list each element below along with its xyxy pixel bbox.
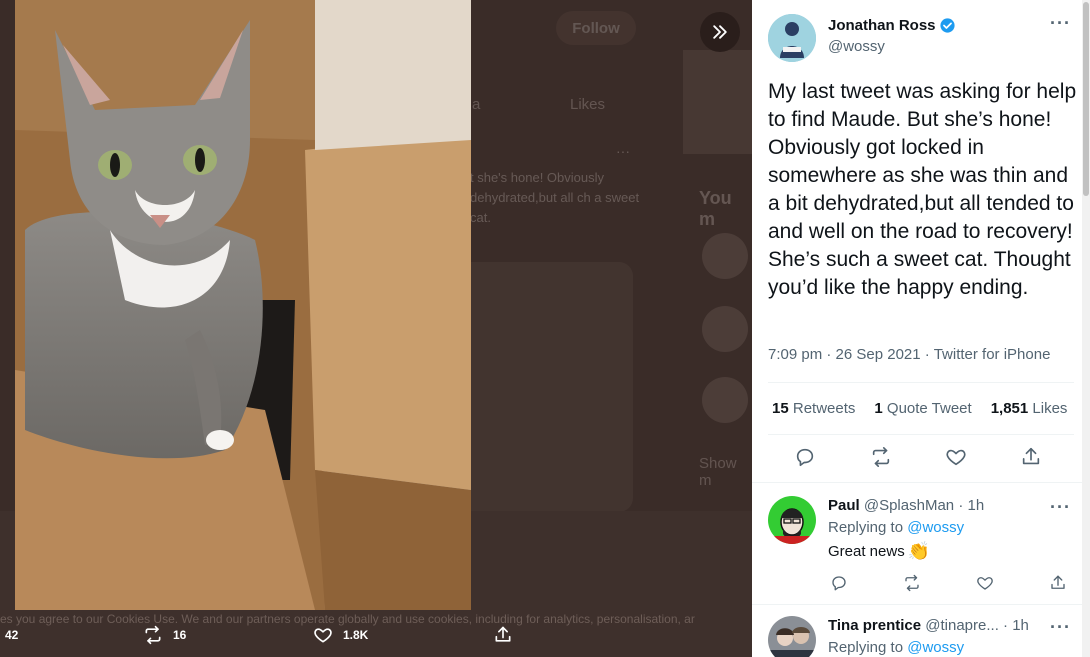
- reply-author-name[interactable]: Tina prentice: [828, 617, 921, 634]
- like-icon: [946, 449, 966, 466]
- reply-item[interactable]: Paul @SplashMan · 1h Replying to @wossy …: [752, 496, 1082, 604]
- replying-label: Replying to: [828, 639, 904, 656]
- like-button[interactable]: [945, 446, 969, 470]
- reply-icon: [832, 576, 846, 591]
- avatar[interactable]: [768, 496, 816, 544]
- scrollbar-thumb[interactable]: [1083, 2, 1089, 196]
- share-icon: [1022, 447, 1040, 465]
- separator: ·: [1003, 617, 1013, 634]
- reply-author-handle[interactable]: @SplashMan: [864, 497, 954, 514]
- background-photo: [683, 50, 752, 154]
- likes-label: Likes: [1032, 400, 1068, 417]
- share-icon: [495, 626, 511, 642]
- you-might-like-heading: You m: [699, 188, 732, 229]
- like-icon: [977, 577, 993, 590]
- replying-to-link[interactable]: @wossy: [907, 519, 964, 536]
- tweet-author: Jonathan Ross @wossy: [768, 12, 1068, 62]
- tab-likes: Likes: [570, 96, 606, 113]
- like-count: 1.8K: [343, 628, 369, 642]
- scrollbar[interactable]: [1082, 0, 1090, 657]
- reply-author-name[interactable]: Paul: [828, 497, 860, 514]
- retweets-stat[interactable]: 15 Retweets: [772, 400, 855, 417]
- reply-item[interactable]: Tina prentice @tinapre... · 1h Replying …: [752, 616, 1082, 657]
- share-button[interactable]: [1049, 574, 1073, 598]
- retweet-icon: [905, 574, 919, 592]
- share-button[interactable]: [493, 618, 513, 652]
- quotes-count: 1: [874, 400, 883, 417]
- show-more-link: Show m: [699, 455, 737, 489]
- like-icon: [314, 628, 332, 643]
- retweets-count: 15: [772, 400, 789, 417]
- share-button[interactable]: [1020, 446, 1044, 470]
- likes-stat[interactable]: 1,851 Likes: [991, 400, 1068, 417]
- tweet-timestamp: 7:09 pm · 26 Sep 2021 · Twitter for iPho…: [768, 346, 1050, 363]
- avatar[interactable]: [768, 14, 816, 62]
- more-icon[interactable]: ···: [1050, 14, 1071, 32]
- reply-actions: [828, 574, 1068, 594]
- reply-header: Tina prentice @tinapre... · 1h: [828, 617, 1029, 634]
- avatar: [702, 306, 748, 352]
- author-name-row[interactable]: Jonathan Ross: [828, 17, 956, 34]
- divider: [752, 482, 1082, 483]
- retweet-icon: [145, 625, 161, 645]
- reply-count: 42: [5, 628, 19, 642]
- tweet-text: My last tweet was asking for help to fin…: [768, 80, 1077, 299]
- tweet-photo[interactable]: [15, 0, 471, 610]
- reply-count-button[interactable]: 42: [5, 618, 18, 652]
- separator: ·: [924, 346, 934, 363]
- divider: [768, 434, 1074, 435]
- retweet-button[interactable]: 16: [143, 618, 186, 652]
- avatar: [702, 233, 748, 279]
- author-handle[interactable]: @wossy: [828, 38, 885, 55]
- more-icon: ···: [616, 143, 630, 159]
- reply-text-row: Great news 👏: [828, 541, 930, 562]
- author-name: Jonathan Ross: [828, 17, 936, 34]
- reply-button[interactable]: [830, 574, 854, 598]
- more-icon[interactable]: ···: [1050, 498, 1071, 516]
- reply-header: Paul @SplashMan · 1h: [828, 497, 984, 514]
- replying-label: Replying to: [828, 519, 904, 536]
- replying-to: Replying to @wossy: [828, 519, 964, 536]
- background-card: [470, 262, 633, 512]
- avatar[interactable]: [768, 616, 816, 657]
- retweets-label: Retweets: [792, 400, 856, 417]
- next-arrow-icon[interactable]: [700, 12, 740, 52]
- tweet-stats: 15 Retweets 1 Quote Tweet 1,851 Likes: [772, 400, 1072, 417]
- quotes-stat[interactable]: 1 Quote Tweet: [874, 400, 971, 417]
- retweet-button[interactable]: [903, 574, 927, 598]
- like-button[interactable]: [976, 574, 1000, 598]
- clapping-hands-emoji: 👏: [907, 541, 931, 561]
- media-viewer: Follow a Likes ··· t she's hone! Obvious…: [0, 0, 752, 657]
- reply-time[interactable]: 1h: [1012, 617, 1029, 634]
- tweet-actions: [794, 446, 1054, 470]
- follow-button: Follow: [556, 11, 636, 45]
- reply-author-handle[interactable]: @tinapre...: [925, 617, 999, 634]
- reply-text: Great news: [828, 543, 905, 560]
- background-tweet-text: t she's hone! Obviously dehydrated,but a…: [470, 170, 640, 225]
- like-button[interactable]: 1.8K: [313, 618, 368, 652]
- reply-icon: [796, 448, 814, 467]
- quotes-label: Quote Tweet: [886, 400, 972, 417]
- replying-to-link[interactable]: @wossy: [907, 639, 964, 656]
- avatar: [702, 377, 748, 423]
- retweet-count: 16: [173, 628, 187, 642]
- tweet-time[interactable]: 7:09 pm · 26 Sep 2021: [768, 346, 921, 363]
- cat-in-box-image: [15, 0, 471, 610]
- reply-button[interactable]: [794, 446, 818, 470]
- divider: [752, 604, 1082, 605]
- tweet-detail-panel: Jonathan Ross @wossy ··· My last tweet w…: [752, 0, 1090, 657]
- retweet-button[interactable]: [870, 446, 894, 470]
- verified-badge-icon: [939, 18, 955, 33]
- reply-time[interactable]: 1h: [967, 497, 984, 514]
- tweet-media-viewer: Follow a Likes ··· t she's hone! Obvious…: [0, 0, 1090, 657]
- tweet-source[interactable]: Twitter for iPhone: [934, 346, 1051, 363]
- retweet-icon: [872, 447, 890, 467]
- media-action-bar: 42 16 1.8K: [0, 618, 752, 652]
- tab-partial: a: [472, 96, 481, 113]
- more-icon[interactable]: ···: [1050, 618, 1071, 636]
- likes-count: 1,851: [990, 400, 1029, 417]
- divider: [768, 382, 1074, 383]
- share-icon: [1051, 575, 1065, 589]
- replying-to: Replying to @wossy: [828, 639, 964, 656]
